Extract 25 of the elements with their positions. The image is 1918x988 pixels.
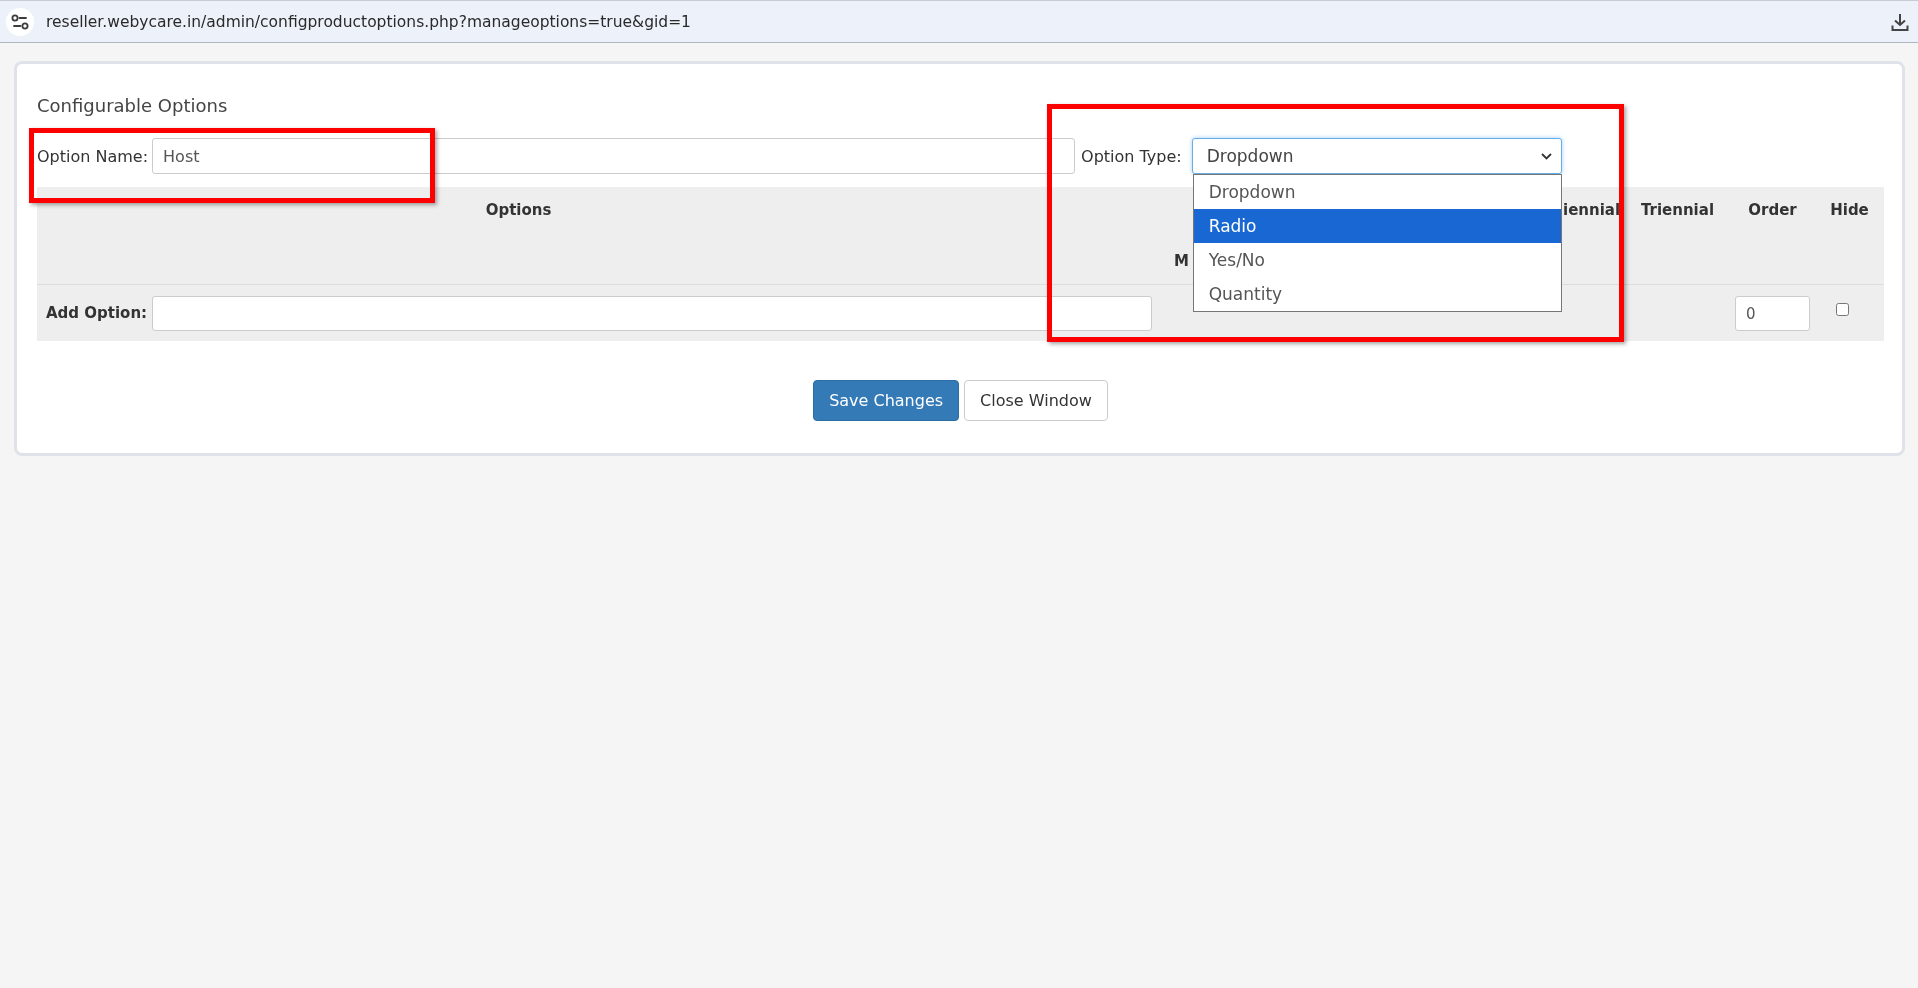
- panel-title: Configurable Options: [37, 94, 228, 118]
- option-name-label: Option Name:: [37, 146, 149, 166]
- column-header: Order: [1748, 201, 1797, 219]
- save-button[interactable]: Save Changes: [813, 380, 960, 421]
- chevron-icon: [1540, 152, 1552, 160]
- add-option-label: Add Option:: [46, 303, 148, 324]
- dropdown-option[interactable]: Quantity: [1193, 277, 1561, 311]
- download-icon[interactable]: [1890, 11, 1910, 32]
- close-button[interactable]: Close Window: [964, 380, 1108, 421]
- add-option-input[interactable]: [152, 296, 1153, 331]
- column-header: Hide: [1830, 201, 1869, 219]
- column-header: Options: [485, 201, 552, 219]
- hide-checkbox[interactable]: [1836, 303, 1849, 316]
- column-header: M: [1174, 251, 1189, 270]
- dropdown-option[interactable]: Dropdown: [1193, 175, 1561, 209]
- order-input[interactable]: 0: [1735, 296, 1810, 331]
- tune-icon[interactable]: [6, 7, 34, 36]
- column-header: iennial: [1563, 201, 1621, 219]
- dropdown-option[interactable]: Yes/No: [1193, 243, 1561, 277]
- option-name-input[interactable]: Host: [152, 138, 1076, 174]
- dropdown-option[interactable]: Radio: [1193, 209, 1561, 243]
- url-text[interactable]: reseller.webycare.in/admin/configproductoptions.php?manageoptions=true&gid=1: [46, 12, 691, 31]
- option-type-select[interactable]: Dropdown: [1191, 138, 1562, 174]
- column-header: Triennial: [1640, 201, 1715, 219]
- option-type-label: Option Type:: [1081, 146, 1182, 166]
